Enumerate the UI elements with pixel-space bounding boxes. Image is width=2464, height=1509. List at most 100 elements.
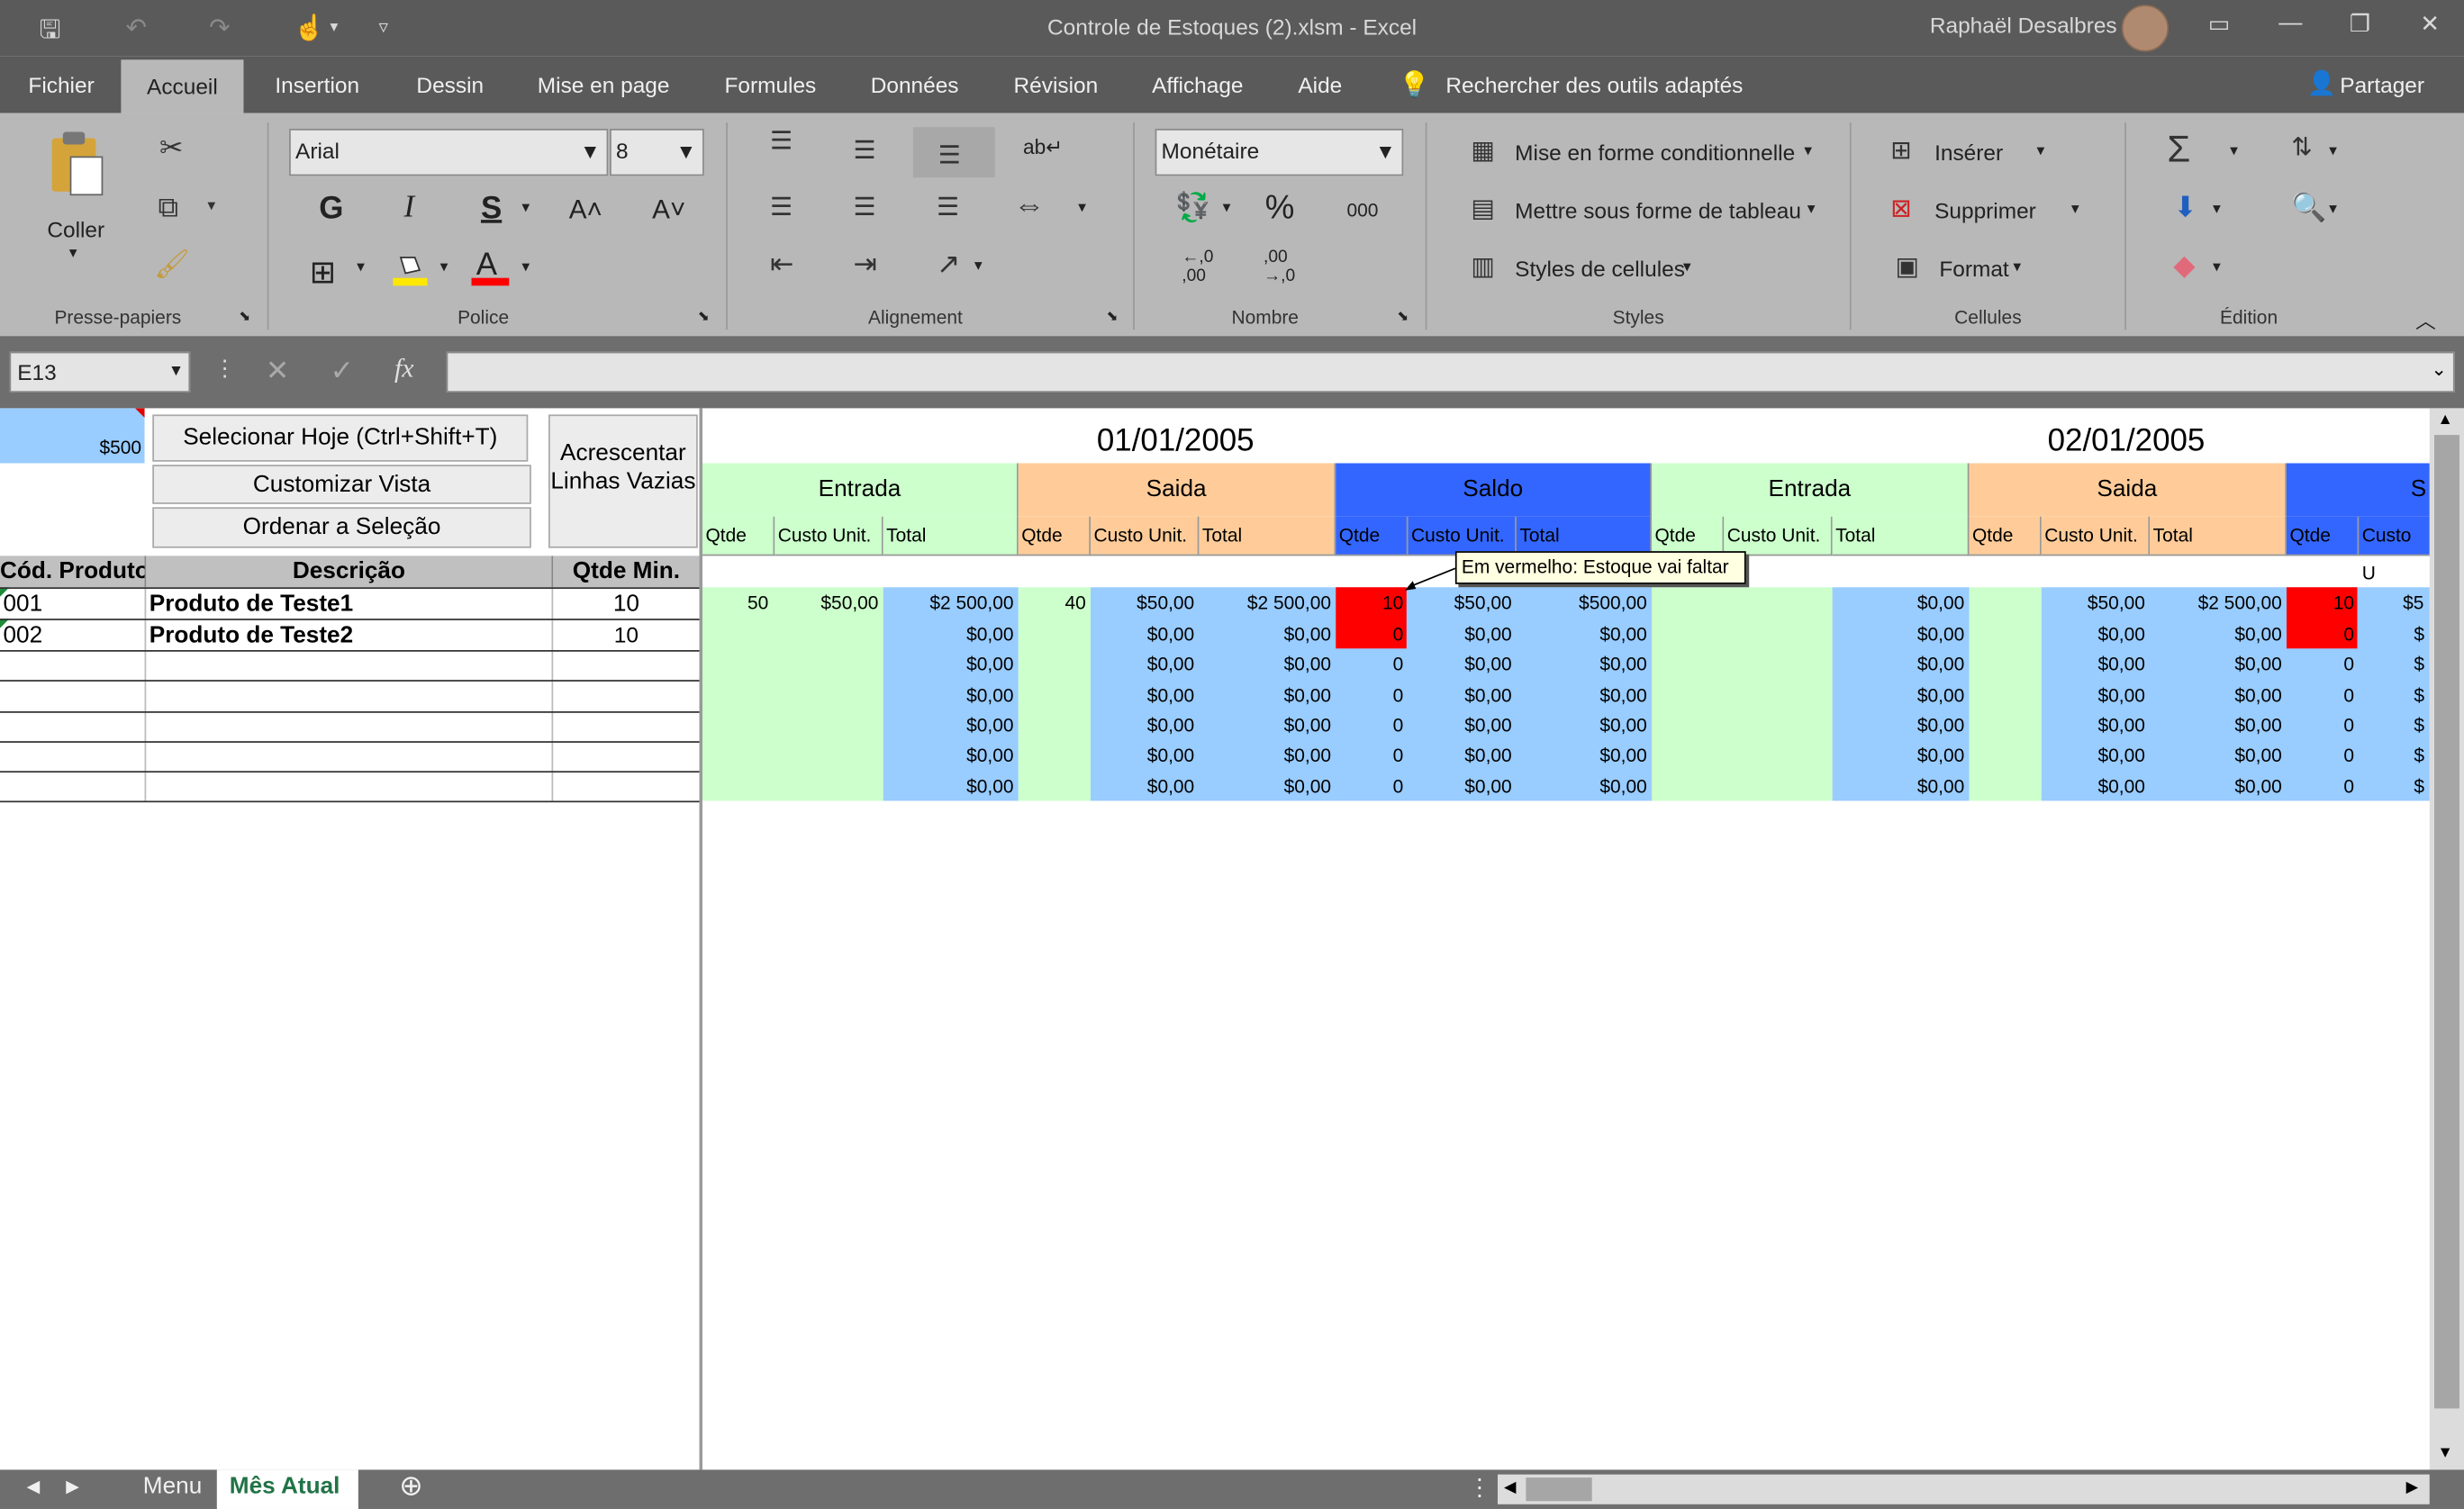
font-size-combo[interactable]: 8 ▼ xyxy=(610,129,704,176)
scroll-down-icon[interactable]: ▼ xyxy=(2437,1444,2452,1461)
sort-filter-dropdown-icon[interactable]: ▾ xyxy=(2329,143,2337,160)
customize-view-button[interactable]: Customizar Vista xyxy=(152,465,531,504)
clear-dropdown-icon[interactable]: ▾ xyxy=(2213,259,2221,276)
out-total-cell[interactable]: $0,00 xyxy=(2150,620,2285,650)
out-total-cell[interactable]: $0,00 xyxy=(2150,682,2285,711)
balance-cost-cell[interactable]: $ xyxy=(2414,620,2429,650)
out-total-cell[interactable]: $0,00 xyxy=(1199,741,1334,771)
balance-cost-cell[interactable]: $ xyxy=(2414,682,2429,711)
autosum-dropdown-icon[interactable]: ▾ xyxy=(2230,143,2238,160)
in-total-cell[interactable]: $2 500,00 xyxy=(883,589,1017,619)
tab-fichier[interactable]: Fichier xyxy=(28,72,94,97)
balance-qty-cell[interactable]: 0 xyxy=(2287,620,2358,650)
ribbon-display-icon[interactable]: ▭ xyxy=(2208,9,2231,38)
clear-eraser-icon[interactable]: ◆ xyxy=(2173,249,2195,283)
sheet-tab-menu[interactable]: Menu xyxy=(143,1473,202,1500)
out-cost-cell[interactable]: $50,00 xyxy=(1091,589,1198,619)
balance-cost-cell[interactable]: $ xyxy=(2414,650,2429,680)
text-orientation-icon[interactable]: ↗ xyxy=(937,248,960,282)
in-total-cell[interactable]: $0,00 xyxy=(1833,650,1968,680)
align-center-icon[interactable]: ☰ xyxy=(854,192,876,223)
format-table-dropdown-icon[interactable]: ▾ xyxy=(1807,201,1816,218)
tab-affichage[interactable]: Affichage xyxy=(1152,72,1243,97)
format-dropdown-icon[interactable]: ▾ xyxy=(2013,259,2021,276)
increase-indent-icon[interactable]: ⇥ xyxy=(854,248,877,282)
product-code-cell[interactable]: 002 xyxy=(3,620,144,650)
merge-center-icon[interactable]: ⇔ xyxy=(1014,188,1046,224)
balance-cost-cell[interactable]: $ xyxy=(2414,773,2429,802)
balance-qty-cell[interactable]: 0 xyxy=(1336,773,1407,802)
fill-color-dropdown-icon[interactable]: ▾ xyxy=(440,259,448,276)
sort-filter-icon[interactable]: ⇅ xyxy=(2291,131,2312,163)
percent-button[interactable]: % xyxy=(1265,190,1295,228)
tab-revision[interactable]: Révision xyxy=(1014,72,1099,97)
product-min-qty-cell[interactable]: 10 xyxy=(553,620,699,650)
decrease-font-icon[interactable]: A˅ xyxy=(652,194,685,226)
paste-icon[interactable] xyxy=(47,129,110,204)
out-cost-cell[interactable]: $0,00 xyxy=(1091,711,1198,741)
expand-formula-icon[interactable]: ⌄ xyxy=(2431,358,2447,380)
out-total-cell[interactable]: $2 500,00 xyxy=(1199,589,1334,619)
in-total-cell[interactable]: $0,00 xyxy=(883,682,1017,711)
in-total-cell[interactable]: $0,00 xyxy=(883,711,1017,741)
balance-total-cell[interactable]: $0,00 xyxy=(1517,773,1650,802)
collapse-ribbon-icon[interactable]: ︿ xyxy=(2415,304,2436,334)
delete-button[interactable]: Supprimer xyxy=(1934,198,2036,223)
format-as-table-button[interactable]: Mettre sous forme de tableau xyxy=(1515,198,1801,223)
orientation-ab-icon[interactable]: ab↵ xyxy=(1023,135,1063,160)
minimize-icon[interactable]: — xyxy=(2278,9,2302,36)
balance-cost-cell[interactable]: $0,00 xyxy=(1409,711,1516,741)
hscroll-thumb[interactable] xyxy=(1526,1477,1592,1502)
balance-qty-cell[interactable]: 0 xyxy=(1336,741,1407,771)
balance-cost-cell[interactable]: $0,00 xyxy=(1409,620,1516,650)
user-name[interactable]: Raphaël Desalbres xyxy=(1930,13,2117,38)
insert-button[interactable]: Insérer xyxy=(1934,140,2003,165)
out-total-cell[interactable]: $0,00 xyxy=(1199,620,1334,650)
close-icon[interactable]: ✕ xyxy=(2420,9,2440,38)
vertical-scrollbar[interactable]: ▲ ▼ xyxy=(2429,408,2464,1470)
in-total-cell[interactable]: $0,00 xyxy=(1833,682,1968,711)
autosum-icon[interactable]: Σ xyxy=(2167,129,2190,173)
cell-styles-icon[interactable]: ▥ xyxy=(1471,251,1494,283)
avatar[interactable] xyxy=(2121,5,2170,52)
out-total-cell[interactable]: $0,00 xyxy=(1199,682,1334,711)
in-total-cell[interactable]: $0,00 xyxy=(1833,589,1968,619)
accounting-format-icon[interactable]: 💱 xyxy=(1175,192,1210,225)
merge-dropdown-icon[interactable]: ▾ xyxy=(1078,199,1086,216)
tab-insertion[interactable]: Insertion xyxy=(275,72,359,97)
decrease-indent-icon[interactable]: ⇤ xyxy=(770,248,793,282)
tab-mise-en-page[interactable]: Mise en page xyxy=(538,72,670,97)
out-qty-cell[interactable]: 40 xyxy=(1019,589,1090,619)
balance-qty-cell[interactable]: 0 xyxy=(1336,620,1407,650)
font-color-dropdown-icon[interactable]: ▾ xyxy=(521,259,530,276)
font-launcher-icon[interactable]: ⬊ xyxy=(698,308,710,325)
out-total-cell[interactable]: $0,00 xyxy=(2150,711,2285,741)
format-cells-icon[interactable]: ▣ xyxy=(1895,251,1918,283)
decrease-decimal-button[interactable]: ,00 →,0 xyxy=(1264,248,1295,286)
balance-cost-cell[interactable]: $ xyxy=(2414,711,2429,741)
name-box[interactable]: E13 ▼ xyxy=(9,351,191,393)
tab-accueil[interactable]: Accueil xyxy=(121,59,244,113)
scroll-thumb[interactable] xyxy=(2434,435,2459,1409)
balance-cost-cell[interactable]: $0,00 xyxy=(1409,741,1516,771)
out-cost-cell[interactable]: $0,00 xyxy=(2042,711,2149,741)
align-top-icon[interactable]: ☰ xyxy=(770,126,793,158)
prev-sheet-icon[interactable]: ◀ xyxy=(27,1476,41,1496)
out-cost-cell[interactable]: $0,00 xyxy=(1091,650,1198,680)
in-total-cell[interactable]: $0,00 xyxy=(883,741,1017,771)
balance-qty-cell[interactable]: 0 xyxy=(2287,711,2358,741)
thousands-button[interactable]: 000 xyxy=(1346,199,1378,221)
out-cost-cell[interactable]: $0,00 xyxy=(1091,773,1198,802)
new-sheet-icon[interactable]: ⊕ xyxy=(399,1469,422,1503)
balance-total-cell[interactable]: $0,00 xyxy=(1517,620,1650,650)
in-total-cell[interactable]: $0,00 xyxy=(883,620,1017,650)
in-total-cell[interactable]: $0,00 xyxy=(1833,711,1968,741)
confirm-entry-icon[interactable]: ✓ xyxy=(330,355,353,388)
scroll-right-icon[interactable]: ▶ xyxy=(2406,1479,2418,1496)
scroll-up-icon[interactable]: ▲ xyxy=(2437,411,2452,429)
sheet-tab-mes-atual[interactable]: Mês Atual xyxy=(216,1469,358,1509)
insert-dropdown-icon[interactable]: ▾ xyxy=(2037,143,2045,160)
in-total-cell[interactable]: $0,00 xyxy=(1833,620,1968,650)
conditional-format-button[interactable]: Mise en forme conditionnelle xyxy=(1515,140,1795,165)
increase-decimal-button[interactable]: ←,0 ,00 xyxy=(1182,248,1213,286)
